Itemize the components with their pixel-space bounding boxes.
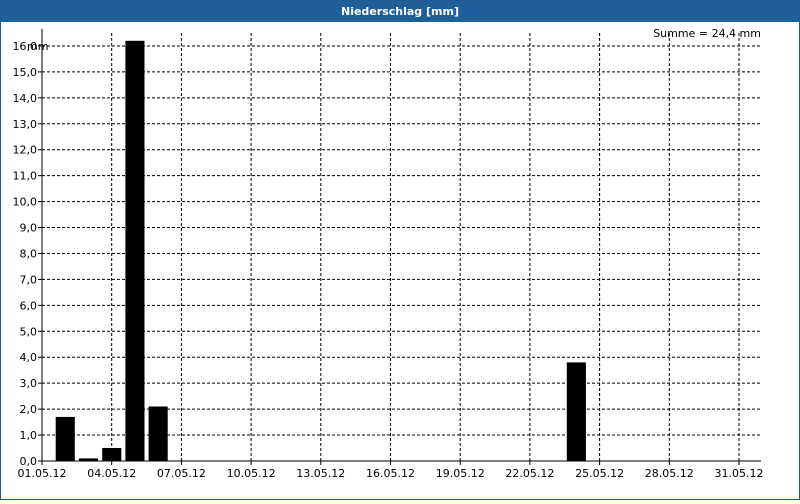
y-tick-label: 13,0 [13, 118, 38, 131]
y-tick-label: 16,0 [13, 40, 38, 53]
x-tick-label: 10.05.12 [227, 467, 276, 480]
x-tick-label: 07.05.12 [157, 467, 206, 480]
bar [566, 362, 586, 461]
y-tick-label: 7,0 [20, 273, 38, 286]
x-tick-label: 25.05.12 [575, 467, 624, 480]
x-tick-label: 28.05.12 [645, 467, 694, 480]
bar [148, 406, 168, 461]
y-tick-label: 15,0 [13, 66, 38, 79]
y-tick-labels: 0,01,02,03,04,05,06,07,08,09,010,011,012… [13, 40, 38, 468]
x-tick-label: 22.05.12 [505, 467, 554, 480]
x-tick-labels: 01.05.12 04.05.12 07.05.12 10.05.12 13.05.12… [18, 467, 764, 480]
x-tick-label: 01.05.12 [18, 467, 67, 480]
y-tick-label: 8,0 [20, 247, 38, 260]
chart-window: Niederschlag [mm] mm Summe = 24,4 mm 0,0… [0, 0, 800, 500]
y-tick-label: 2,0 [20, 403, 38, 416]
grid [42, 33, 761, 461]
x-tick-label: 04.05.12 [87, 467, 136, 480]
y-tick-label: 12,0 [13, 144, 38, 157]
y-tick-label: 1,0 [20, 429, 38, 442]
bar [125, 40, 145, 462]
x-tick-label: 31.05.12 [715, 467, 764, 480]
x-tick-label: 16.05.12 [366, 467, 415, 480]
y-tick-label: 10,0 [13, 196, 38, 209]
y-tick-label: 11,0 [13, 170, 38, 183]
axes [38, 29, 761, 465]
x-tick-label: 19.05.12 [436, 467, 485, 480]
y-tick-label: 14,0 [13, 92, 38, 105]
x-tick-label: 13.05.12 [296, 467, 345, 480]
precipitation-chart: mm Summe = 24,4 mm 0,01,02,03,04,05,06,0… [13, 27, 764, 480]
y-tick-label: 6,0 [20, 299, 38, 312]
window-title: Niederschlag [mm] [1, 1, 799, 22]
bar [55, 416, 75, 461]
y-tick-label: 5,0 [20, 325, 38, 338]
chart-area: mm Summe = 24,4 mm 0,0 1,0 2,0 3,0 4,0 5,0 6,0… [1, 23, 799, 499]
y-tick-label: 4,0 [20, 351, 38, 364]
y-tick-label: 3,0 [20, 377, 38, 390]
y-tick-label: 9,0 [20, 222, 38, 235]
bar [102, 448, 122, 461]
